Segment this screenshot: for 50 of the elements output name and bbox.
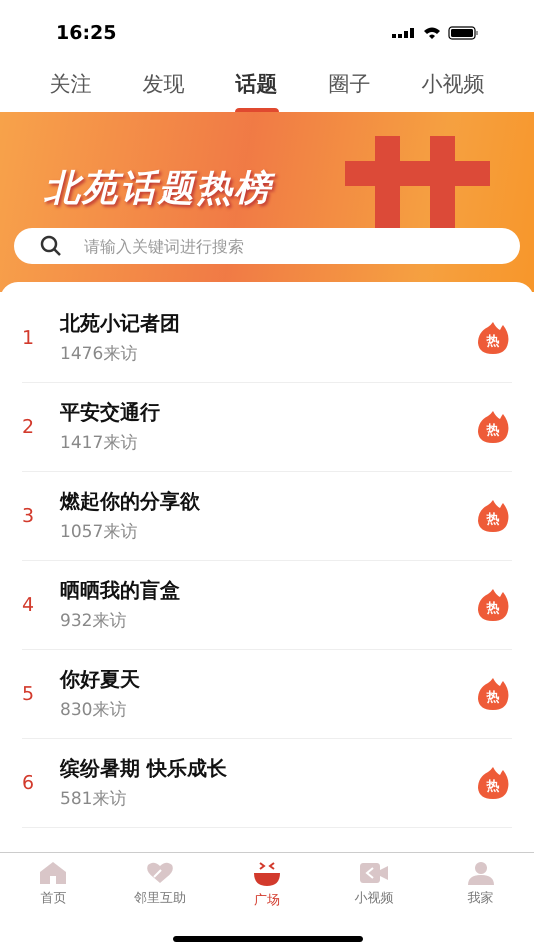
nav-tab[interactable]: 小视频	[328, 861, 419, 910]
wifi-icon	[423, 26, 441, 40]
battery-icon	[448, 26, 478, 40]
rank-number: 1	[22, 326, 36, 351]
visit-count: 830来访	[60, 699, 128, 722]
topic-title: 平安交通行	[60, 399, 161, 426]
top-tab[interactable]: 关注	[46, 58, 96, 112]
topic-title: 晒晒我的盲盒	[60, 577, 181, 604]
visit-count: 581来访	[60, 788, 128, 812]
nav-tab[interactable]: 我家	[436, 861, 526, 910]
person-icon	[466, 861, 495, 885]
hot-badge: 热	[476, 587, 510, 623]
topic-title: 缤纷暑期 快乐成长	[60, 755, 228, 782]
top-tab[interactable]: 发现	[138, 58, 188, 112]
house-icon	[39, 861, 68, 885]
visit-count: 1057来访	[60, 521, 138, 544]
hot-badge: 热	[476, 765, 510, 801]
hot-badge: 热	[476, 498, 510, 534]
search-field[interactable]: 请输入关键词进行搜索	[14, 228, 520, 264]
rank-number: 4	[22, 592, 36, 618]
rank-number: 2	[22, 414, 36, 440]
topic-row[interactable]: 4 晒晒我的盲盒 932来访 热	[22, 561, 512, 650]
top-tab[interactable]: 圈子	[324, 58, 374, 112]
nav-tab[interactable]: 首页	[8, 861, 98, 910]
top-tab[interactable]: 小视频	[418, 58, 488, 112]
hot-badge: 热	[476, 409, 510, 445]
nav-tab[interactable]: 邻里互助	[115, 861, 206, 910]
visit-count: 1417来访	[60, 432, 138, 456]
search-icon	[40, 235, 62, 257]
video-icon	[358, 861, 389, 885]
visit-count: 1476来访	[60, 343, 138, 366]
topic-title: 北苑小记者团	[60, 310, 181, 338]
rank-number: 5	[22, 682, 36, 707]
topic-row[interactable]: 5 你好夏天 830来访 热	[22, 650, 512, 739]
topic-row[interactable]: 1 北苑小记者团 1476来访 热	[22, 294, 512, 383]
nav-tab[interactable]: 广场	[222, 861, 312, 910]
status-time: 16:25	[56, 20, 116, 46]
top-tab[interactable]: 话题	[232, 58, 282, 112]
hot-badge: 热	[476, 676, 510, 712]
topic-row[interactable]: 2 平安交通行 1417来访 热	[22, 383, 512, 472]
visit-count: 932来访	[60, 610, 128, 634]
topic-title: 你好夏天	[60, 666, 141, 694]
topic-row[interactable]: 6 缤纷暑期 快乐成长 581来访 热	[22, 739, 512, 828]
rank-number: 6	[22, 770, 36, 796]
rank-number: 3	[22, 504, 36, 529]
smiling-bowl-icon	[252, 861, 282, 887]
signal-icon	[392, 27, 416, 39]
hot-badge: 热	[476, 320, 510, 356]
topic-title: 燃起你的分享欲	[60, 488, 201, 516]
topic-row[interactable]: 3 燃起你的分享欲 1057来访 热	[22, 472, 512, 561]
